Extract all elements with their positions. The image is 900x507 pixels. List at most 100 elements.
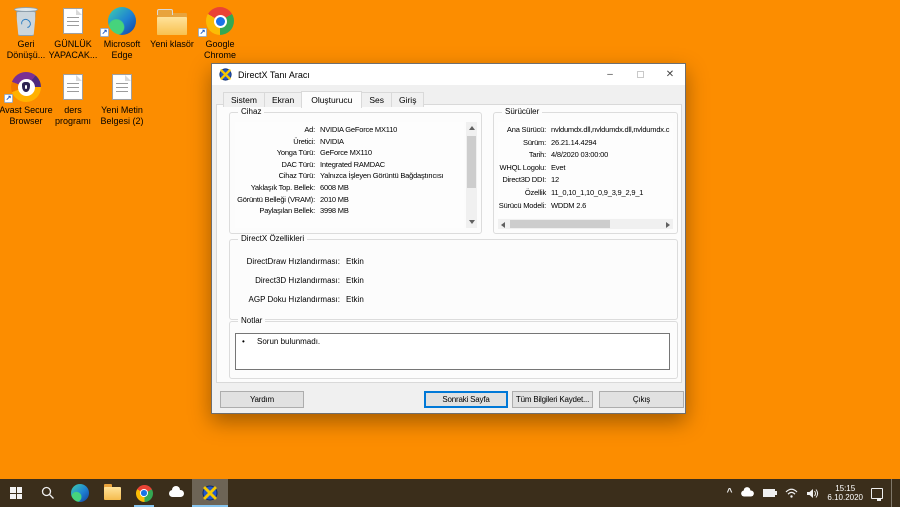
- onedrive-tray-icon[interactable]: [741, 486, 755, 496]
- minimize-button[interactable]: –: [595, 64, 625, 85]
- info-row: Sürüm: 26.21.14.4294: [498, 137, 673, 150]
- wifi-icon[interactable]: [785, 488, 798, 498]
- taskbar-dxdiag-button[interactable]: [192, 479, 228, 507]
- save-all-info-button[interactable]: Tüm Bilgileri Kaydet...: [512, 391, 593, 408]
- action-center-icon[interactable]: [871, 487, 883, 501]
- help-button[interactable]: Yardım: [220, 391, 304, 408]
- tab-ekran[interactable]: Ekran: [263, 92, 303, 107]
- row-value: 4/8/2020 03:00:00: [551, 150, 609, 160]
- drivers-group: Sürücüler Ana Sürücü: nvldumdx.dll,nvldum…: [493, 107, 678, 234]
- titlebar[interactable]: DirectX Tanı Aracı – ✕: [212, 64, 685, 85]
- row-label: Direct3D Hızlandırması:: [255, 276, 340, 285]
- exit-button[interactable]: Çıkış: [599, 391, 684, 408]
- info-row: Ana Sürücü: nvldumdx.dll,nvldumdx.dll,nvl…: [498, 124, 673, 137]
- system-tray: ^ 15:15 6.10.2020: [727, 479, 900, 507]
- desktop-icon-chrome[interactable]: ↗ Google Chrome: [192, 5, 248, 60]
- edge-icon: [71, 484, 89, 502]
- scroll-right-icon[interactable]: [666, 221, 670, 228]
- shortcut-arrow-icon: ↗: [198, 28, 207, 37]
- desktop-icon-label: ders programı: [54, 105, 91, 126]
- taskbar-edge-button[interactable]: [64, 479, 96, 507]
- notes-box: • Sorun bulunmadı.: [235, 333, 670, 370]
- chrome-icon: [135, 484, 153, 502]
- windows-logo-icon: [10, 487, 22, 499]
- device-info: Ad: NVIDIA GeForce MX110 Üretici: NVIDIA Y…: [235, 122, 464, 228]
- dxdiag-icon: [202, 485, 218, 501]
- start-button[interactable]: [0, 479, 32, 507]
- text-document-icon: [45, 71, 101, 103]
- maximize-button[interactable]: [625, 64, 655, 85]
- taskbar-chrome-button[interactable]: [128, 479, 160, 507]
- tab-sistem[interactable]: Sistem: [223, 92, 265, 107]
- note-item: • Sorun bulunmadı.: [242, 337, 669, 347]
- info-row: WHQL Logolu: Evet: [498, 162, 673, 175]
- battery-icon[interactable]: [763, 489, 778, 497]
- row-value: Etkin: [346, 276, 364, 285]
- show-desktop-button[interactable]: [891, 479, 895, 507]
- close-button[interactable]: ✕: [655, 64, 685, 85]
- dxdiag-window: DirectX Tanı Aracı – ✕ Sistem Ekran Oluş…: [211, 63, 686, 414]
- taskbar-explorer-button[interactable]: [96, 479, 128, 507]
- taskbar-clock[interactable]: 15:15 6.10.2020: [827, 484, 863, 503]
- info-row: Ad: NVIDIA GeForce MX110: [235, 124, 464, 136]
- tray-chevron-icon[interactable]: ^: [727, 488, 733, 498]
- row-label: Görüntü Belleği (VRAM):: [237, 194, 315, 204]
- desktop-icon-ders-doc[interactable]: ders programı: [45, 71, 101, 126]
- desktop-icon-edge[interactable]: ↗ Microsoft Edge: [94, 5, 150, 60]
- row-value: Etkin: [346, 257, 364, 266]
- desktop-icon-new-text-doc[interactable]: Yeni Metin Belgesi (2): [94, 71, 150, 126]
- row-label: AGP Doku Hızlandırması:: [248, 295, 340, 304]
- drivers-info: Ana Sürücü: nvldumdx.dll,nvldumdx.dll,nvl…: [498, 122, 673, 218]
- drivers-horizontal-scrollbar[interactable]: [498, 219, 673, 229]
- tab-ses[interactable]: Ses: [361, 92, 392, 107]
- feature-row: DirectDraw Hızlandırması: Etkin: [236, 252, 673, 271]
- tab-olusturucu[interactable]: Oluşturucu: [301, 91, 363, 108]
- scroll-down-icon[interactable]: [468, 220, 475, 224]
- scroll-left-icon[interactable]: [501, 221, 505, 228]
- scrollbar-thumb[interactable]: [467, 136, 476, 188]
- file-explorer-icon: [103, 483, 121, 500]
- row-value: 6008 MB: [320, 182, 349, 192]
- device-group: Cihaz Ad: NVIDIA GeForce MX110 Üretici: NV…: [229, 107, 482, 234]
- shortcut-arrow-icon: ↗: [100, 28, 109, 37]
- tab-page-renderer: Cihaz Ad: NVIDIA GeForce MX110 Üretici: NV…: [216, 104, 682, 383]
- volume-icon[interactable]: [806, 488, 819, 499]
- row-label: Sürücü Modeli:: [498, 200, 546, 210]
- device-group-title: Cihaz: [238, 107, 265, 117]
- desktop-icon-label: Yeni Metin Belgesi (2): [100, 105, 144, 126]
- device-vertical-scrollbar[interactable]: [466, 122, 477, 228]
- clock-date: 6.10.2020: [827, 493, 863, 502]
- row-value: Integrated RAMDAC: [320, 159, 385, 169]
- note-text: Sorun bulunmadı.: [257, 337, 321, 346]
- row-value: nvldumdx.dll,nvldumdx.dll,nvldumdx.c: [551, 125, 670, 134]
- row-value: NVIDIA: [320, 136, 344, 146]
- desktop-icon-label: GÜNLÜK YAPACAK...: [48, 39, 98, 60]
- chrome-icon: ↗: [192, 5, 248, 37]
- dxdiag-icon: [219, 68, 232, 81]
- maximize-icon: [636, 71, 644, 78]
- row-label: Yaklaşık Top. Bellek:: [250, 182, 316, 192]
- next-page-button[interactable]: Sonraki Sayfa: [424, 391, 508, 408]
- row-value: 26.21.14.4294: [551, 137, 597, 147]
- scroll-up-icon[interactable]: [468, 126, 475, 130]
- info-row: DAC Türü: Integrated RAMDAC: [235, 159, 464, 171]
- scrollbar-thumb[interactable]: [510, 220, 610, 228]
- desktop-icon-gunluk-doc[interactable]: GÜNLÜK YAPACAK...: [45, 5, 101, 60]
- search-icon: [41, 486, 54, 499]
- text-document-icon: [45, 5, 101, 37]
- row-label: Paylaşılan Bellek:: [259, 206, 315, 216]
- desktop-icon-label: Microsoft Edge: [103, 39, 141, 60]
- info-row: Yonga Türü: GeForce MX110: [235, 147, 464, 159]
- row-label: Üretici:: [293, 136, 315, 146]
- row-value: Evet: [551, 162, 566, 172]
- tab-giris[interactable]: Giriş: [390, 92, 425, 107]
- features-info: DirectDraw Hızlandırması: Etkin Direct3D …: [236, 252, 673, 309]
- taskbar-onedrive-button[interactable]: [160, 479, 192, 507]
- taskbar-search-button[interactable]: [32, 479, 64, 507]
- features-group-title: DirectX Özellikleri: [238, 234, 308, 244]
- feature-row: Direct3D Hızlandırması: Etkin: [236, 271, 673, 290]
- row-label: Yonga Türü:: [276, 148, 315, 158]
- row-value: 2010 MB: [320, 194, 349, 204]
- window-title: DirectX Tanı Aracı: [238, 69, 310, 80]
- drivers-group-title: Sürücüler: [502, 107, 543, 117]
